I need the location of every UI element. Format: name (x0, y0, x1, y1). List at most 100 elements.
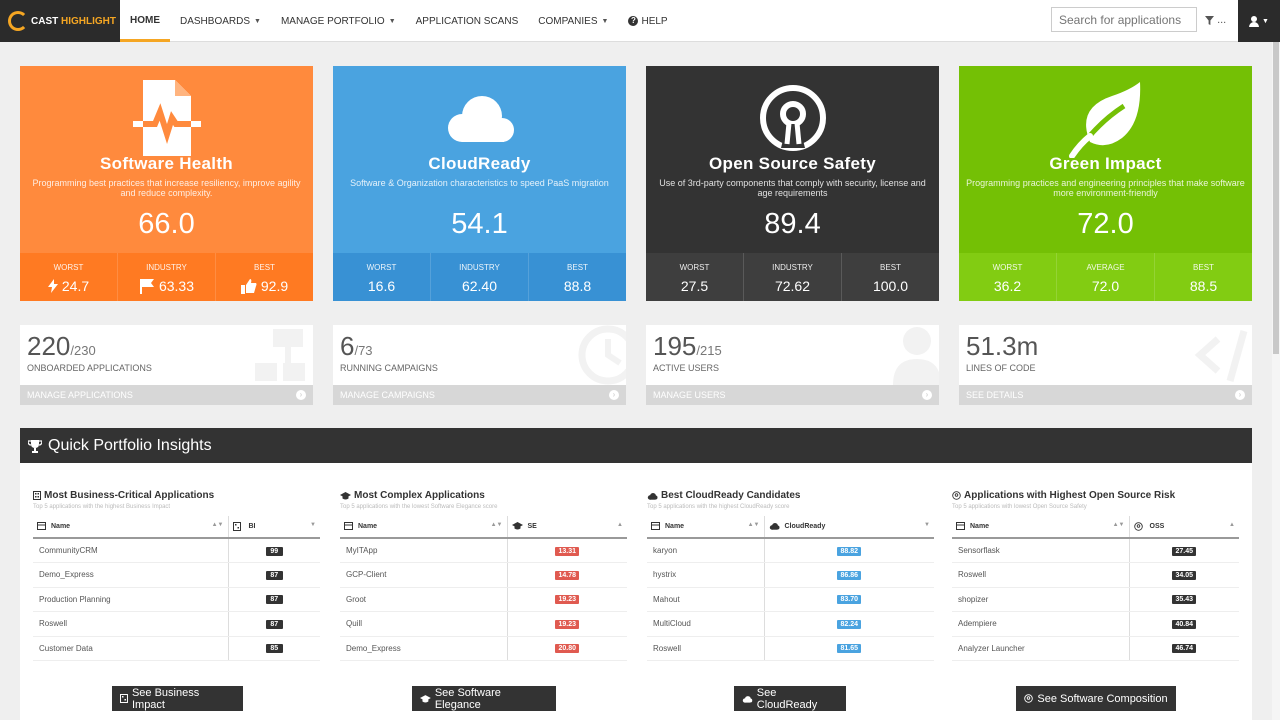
table-row[interactable]: GCP-Client 14.78 (340, 562, 627, 588)
table-row[interactable]: Roswell 34.05 (952, 562, 1239, 588)
table-row[interactable]: hystrix 86.86 (647, 562, 934, 588)
nav-application-scans[interactable]: APPLICATION SCANS (406, 0, 529, 42)
table-row[interactable]: CommunityCRM 99 (33, 538, 320, 563)
card-title: Open Source Safety (709, 154, 876, 173)
app-name[interactable]: Sensorflask (952, 538, 1129, 563)
panel-title: Applications with Highest Open Source Ri… (952, 490, 1239, 501)
app-name[interactable]: karyon (647, 538, 764, 563)
clock-icon (578, 325, 626, 385)
column-header-cloudready[interactable]: CloudReady ▼ (763, 516, 934, 539)
document-pulse-icon (132, 80, 201, 156)
open-source-icon (952, 491, 961, 500)
table-row[interactable]: MyITApp 13.31 (340, 538, 627, 563)
table-row[interactable]: Analyzer Launcher 46.74 (952, 636, 1239, 661)
see-software-composition-button[interactable]: See Software Composition (1016, 686, 1176, 711)
thumbs-up-icon (240, 279, 257, 294)
manage-applications-link[interactable]: MANAGE APPLICATIONS › (20, 385, 313, 405)
scrollbar-thumb[interactable] (1273, 42, 1279, 354)
app-name[interactable]: GCP-Client (340, 562, 507, 588)
table-icon (37, 522, 46, 530)
stat-value: 16.6 (367, 278, 396, 294)
app-name[interactable]: MyITApp (340, 538, 507, 563)
see-business-impact-button[interactable]: See Business Impact (112, 686, 243, 711)
stat-industry: INDUSTRY 72.62 (744, 253, 842, 301)
table-row[interactable]: Adempiere 40.84 (952, 611, 1239, 637)
column-header-name[interactable]: Name ▲▼ (647, 516, 764, 539)
app-name[interactable]: MultiCloud (647, 611, 764, 637)
kpi-link-label: MANAGE CAMPAIGNS (340, 390, 435, 400)
app-name[interactable]: Mahout (647, 587, 764, 612)
app-name[interactable]: Quill (340, 611, 507, 637)
column-header-bi[interactable]: BI ▼ (227, 516, 320, 539)
manage-users-link[interactable]: MANAGE USERS › (646, 385, 939, 405)
column-header-name[interactable]: Name ▲▼ (33, 516, 228, 539)
table-row[interactable]: Groot 19.23 (340, 587, 627, 612)
button-label: See Software Elegance (434, 686, 501, 711)
nav-manage-portfolio[interactable]: MANAGE PORTFOLIO ▼ (271, 0, 406, 42)
score-badge: 14.78 (555, 570, 580, 580)
score-badge: 13.31 (555, 546, 580, 556)
filter-button[interactable]: ... (1205, 14, 1226, 26)
app-name[interactable]: Roswell (33, 611, 228, 637)
nav-help[interactable]: ? HELP (618, 0, 677, 42)
table-row[interactable]: Mahout 83.70 (647, 587, 934, 612)
table-row[interactable]: Roswell 81.65 (647, 636, 934, 661)
cast-highlight-logo[interactable]: CAST HIGHLIGHT (0, 0, 120, 42)
cloud-icon (742, 695, 753, 703)
app-name[interactable]: hystrix (647, 562, 764, 588)
see-cloudready-button[interactable]: See CloudReady (734, 686, 846, 711)
score-cell: 99 (227, 538, 320, 563)
card-title: Software Health (100, 154, 233, 173)
app-name[interactable]: Demo_Express (340, 636, 507, 661)
table-row[interactable]: karyon 88.82 (647, 538, 934, 563)
app-name[interactable]: shopizer (952, 587, 1129, 612)
app-name[interactable]: Analyzer Launcher (952, 636, 1129, 661)
app-name[interactable]: CommunityCRM (33, 538, 228, 563)
table-row[interactable]: Demo_Express 87 (33, 562, 320, 588)
graduation-cap-icon (340, 491, 351, 499)
cloud-icon (647, 492, 658, 500)
table-row[interactable]: Production Planning 87 (33, 587, 320, 612)
active-users-tile: 195/215 ACTIVE USERS MANAGE USERS › (646, 325, 939, 405)
software-health-card[interactable]: Software Health Programming best practic… (20, 66, 313, 301)
green-impact-card[interactable]: Green Impact Programming practices and e… (959, 66, 1252, 301)
score-badge: 19.23 (555, 619, 580, 629)
stat-value: 72.62 (774, 278, 811, 294)
score-cell: 85 (227, 636, 320, 661)
card-description: Software & Organization characteristics … (350, 178, 609, 188)
app-name[interactable]: Customer Data (33, 636, 228, 661)
kpi-link-label: SEE DETAILS (966, 390, 1024, 400)
see-software-elegance-button[interactable]: See Software Elegance (412, 686, 556, 711)
column-header-name[interactable]: Name ▲▼ (340, 516, 507, 539)
cloudready-card[interactable]: CloudReady Software & Organization chara… (333, 66, 626, 301)
app-name[interactable]: Production Planning (33, 587, 228, 612)
column-header-name[interactable]: Name ▲▼ (952, 516, 1129, 539)
table-row[interactable]: Customer Data 85 (33, 636, 320, 661)
table-row[interactable]: Demo_Express 20.80 (340, 636, 627, 661)
score-badge: 35.43 (1172, 595, 1197, 605)
table-row[interactable]: MultiCloud 82.24 (647, 611, 934, 637)
table-row[interactable]: Quill 19.23 (340, 611, 627, 637)
score-cell: 81.65 (763, 636, 934, 661)
nav-home[interactable]: HOME (120, 0, 170, 42)
column-header-se[interactable]: SE ▲ (506, 516, 627, 539)
column-header-oss[interactable]: OSS ▲ (1128, 516, 1239, 539)
table-row[interactable]: shopizer 35.43 (952, 587, 1239, 612)
user-menu-button[interactable]: ▼ (1238, 0, 1280, 42)
app-name[interactable]: Adempiere (952, 611, 1129, 637)
search-applications-input[interactable] (1051, 7, 1197, 32)
nav-companies[interactable]: COMPANIES ▼ (528, 0, 618, 42)
app-name[interactable]: Roswell (952, 562, 1129, 588)
manage-campaigns-link[interactable]: MANAGE CAMPAIGNS › (333, 385, 626, 405)
app-name[interactable]: Demo_Express (33, 562, 228, 588)
open-source-safety-card[interactable]: Open Source Safety Use of 3rd-party comp… (646, 66, 939, 301)
nav-dashboards[interactable]: DASHBOARDS ▼ (170, 0, 271, 42)
graduation-cap-icon (511, 522, 523, 530)
lightning-icon (47, 279, 58, 293)
app-name[interactable]: Roswell (647, 636, 764, 661)
table-row[interactable]: Sensorflask 27.45 (952, 538, 1239, 563)
page-scrollbar[interactable] (1272, 42, 1280, 720)
app-name[interactable]: Groot (340, 587, 507, 612)
see-details-link[interactable]: SEE DETAILS › (959, 385, 1252, 405)
table-row[interactable]: Roswell 87 (33, 611, 320, 637)
